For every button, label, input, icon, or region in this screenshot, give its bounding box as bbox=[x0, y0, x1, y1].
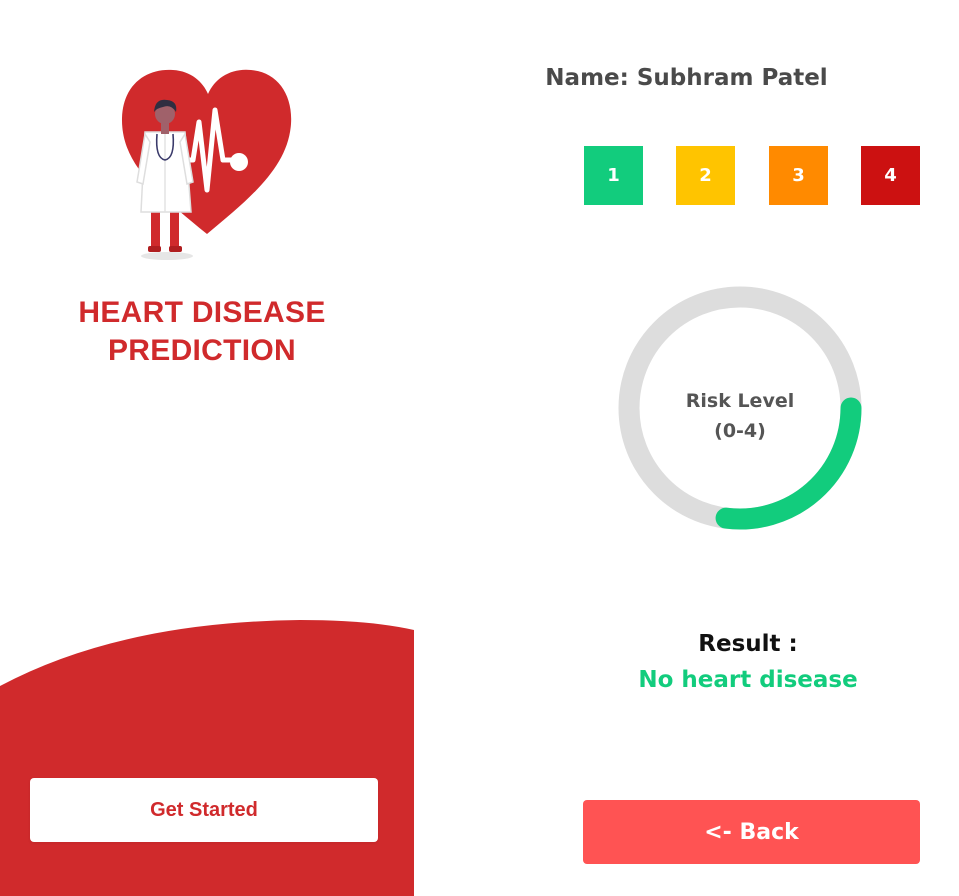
back-button[interactable]: <- Back bbox=[583, 800, 920, 864]
result-value: No heart disease bbox=[638, 667, 858, 693]
risk-level-4: 4 bbox=[861, 146, 920, 205]
result-label: Result : bbox=[698, 631, 798, 657]
patient-name: Name: Subhram Patel bbox=[414, 60, 959, 96]
patient-name-text: Name: Subhram Patel bbox=[545, 65, 828, 91]
get-started-button[interactable]: Get Started bbox=[30, 778, 378, 842]
risk-level-2: 2 bbox=[676, 146, 735, 205]
home-panel: HEART DISEASE PREDICTION Get Started bbox=[0, 0, 414, 896]
risk-level-3: 3 bbox=[769, 146, 828, 205]
gauge-label-line1: Risk Level bbox=[685, 390, 795, 412]
app-title: HEART DISEASE PREDICTION bbox=[0, 294, 404, 370]
result-panel: Name: Subhram Patel 1 2 3 4 Risk Level (… bbox=[414, 0, 959, 896]
app-title-line1: HEART DISEASE bbox=[78, 296, 326, 329]
app-screen: HEART DISEASE PREDICTION Get Started Nam… bbox=[0, 0, 959, 896]
wave-background bbox=[0, 620, 414, 896]
gauge-label-line2: (0-4) bbox=[714, 420, 766, 442]
gauge-label: Risk Level (0-4) bbox=[618, 386, 862, 446]
risk-level-1: 1 bbox=[584, 146, 643, 205]
app-title-line2: PREDICTION bbox=[107, 334, 296, 367]
doctor-heart-illustration-icon bbox=[121, 69, 292, 260]
